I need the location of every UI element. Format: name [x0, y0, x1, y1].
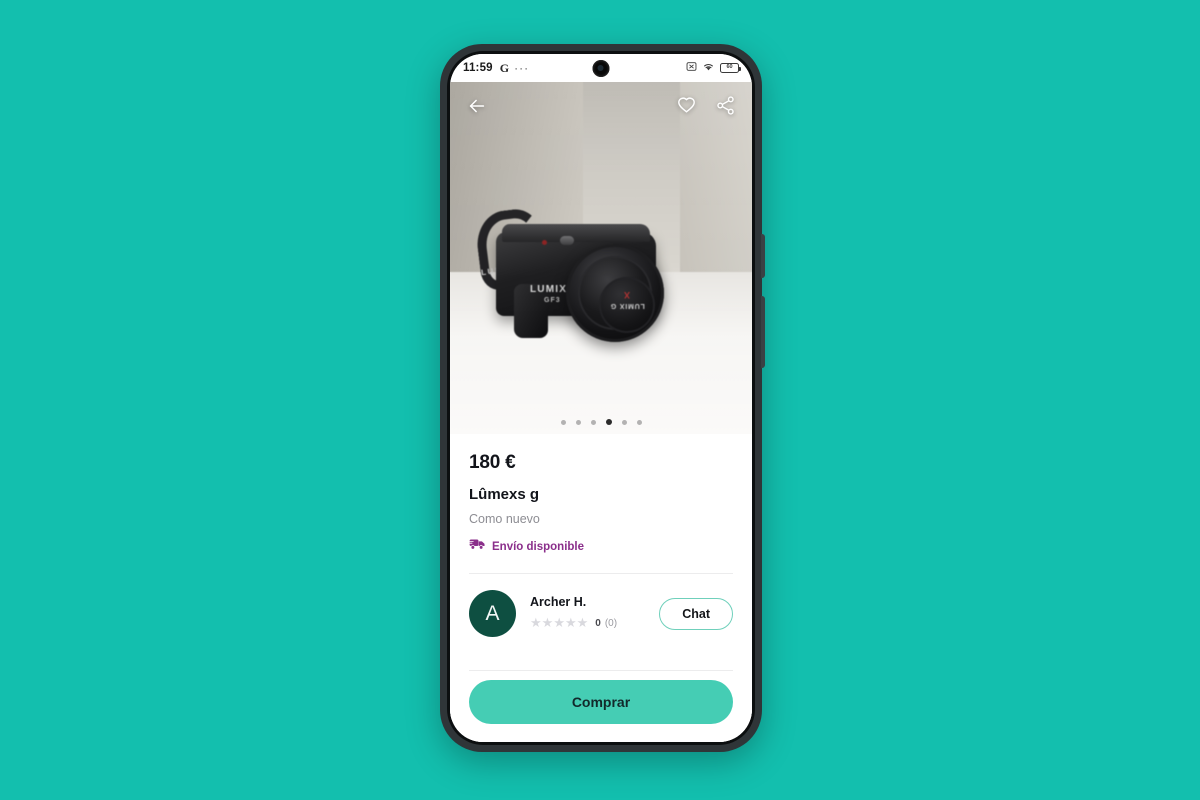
seller-name: Archer H. [530, 595, 587, 609]
carousel-dot-4[interactable] [621, 419, 627, 425]
avatar[interactable]: A [469, 590, 516, 637]
heart-icon[interactable] [676, 95, 697, 121]
seller-info: Archer H. ★★★★★ 0 (0) [530, 595, 617, 632]
shipping-label: Envío disponible [492, 540, 585, 553]
seller-rating: ★★★★★ 0 (0) [530, 614, 617, 632]
status-bar-icons: 60 [686, 59, 741, 77]
rating-star-5: ★ [576, 615, 589, 630]
carousel-dot-0[interactable] [560, 419, 566, 425]
photo-overlay [450, 82, 752, 434]
carousel-dots [450, 419, 752, 425]
carousel-dot-1[interactable] [575, 419, 581, 425]
seller-row[interactable]: A Archer H. ★★★★★ 0 (0) Chat [469, 574, 733, 653]
product-title: Lûmexs g [469, 486, 540, 503]
carousel-dot-5[interactable] [636, 419, 642, 425]
buy-button[interactable]: Comprar [469, 680, 733, 724]
status-bar-time: 11:59 [463, 62, 493, 74]
rating-stars: ★★★★★ [530, 614, 588, 632]
image-top-bar [450, 82, 752, 134]
rating-star-3: ★ [553, 615, 565, 630]
carousel-dot-2[interactable] [590, 419, 596, 425]
avatar-initial: A [485, 601, 500, 625]
rating-count: (0) [604, 617, 618, 629]
rating-star-1: ★ [530, 615, 542, 630]
buy-bar: Comprar [450, 672, 752, 742]
top-bar-actions [676, 95, 736, 121]
back-arrow-icon[interactable] [466, 95, 488, 122]
rating-value: 0 [595, 617, 601, 629]
phone-device: 11:59 G ··· 60 180 € Lûmexs g Como nuevo… [440, 44, 765, 752]
volume-button[interactable] [761, 296, 765, 368]
more-dots-icon: ··· [514, 61, 530, 75]
battery-level-label: 60 [726, 64, 733, 71]
front-camera-punch-hole [592, 60, 610, 77]
truck-icon [468, 537, 486, 556]
product-price: 180 € [469, 452, 516, 473]
shipping-availability-row: Envío disponible [468, 537, 733, 556]
power-button[interactable] [761, 234, 765, 278]
phone-screen: 11:59 G ··· 60 180 € Lûmexs g Como nuevo… [450, 54, 752, 742]
carousel-dot-3[interactable] [605, 419, 612, 425]
rating-star-2: ★ [541, 615, 554, 630]
battery-icon: 60 [720, 63, 741, 73]
chat-button[interactable]: Chat [659, 597, 733, 630]
google-icon: G [499, 60, 510, 75]
product-image-carousel[interactable]: LUMIX LUMIX GF3 [450, 82, 752, 434]
product-condition: Como nuevo [469, 512, 540, 526]
wifi-icon [702, 59, 715, 77]
share-icon[interactable] [715, 95, 736, 121]
alarm-off-icon [686, 59, 697, 77]
phone-bezel: 11:59 G ··· 60 180 € Lûmexs g Como nuevo… [447, 51, 755, 745]
product-photo: LUMIX LUMIX GF3 [450, 82, 752, 434]
divider-below-seller [469, 670, 733, 671]
rating-star-4: ★ [564, 615, 577, 630]
